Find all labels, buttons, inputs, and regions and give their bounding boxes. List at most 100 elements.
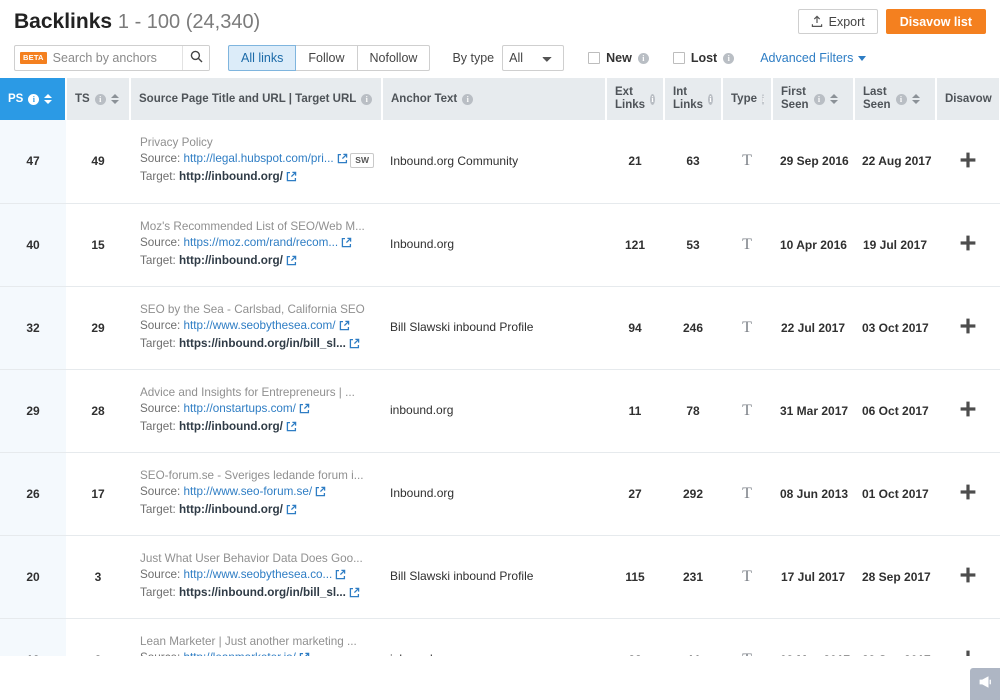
cell-last-seen: 22 Aug 2017 xyxy=(854,120,936,203)
add-to-disavow-icon[interactable] xyxy=(959,400,977,421)
source-page-title: SEO-forum.se - Sveriges ledande forum i.… xyxy=(140,468,374,484)
megaphone-icon xyxy=(977,674,993,695)
external-link-icon[interactable] xyxy=(349,587,360,603)
target-url[interactable]: http://inbound.org/ xyxy=(179,170,283,183)
source-url[interactable]: http://www.seo-forum.se/ xyxy=(184,485,313,498)
link-type-segmented-control: All links Follow Nofollow xyxy=(228,45,430,71)
external-link-icon[interactable] xyxy=(349,338,360,354)
source-page-title: SEO by the Sea - Carlsbad, California SE… xyxy=(140,302,374,318)
external-link-icon[interactable] xyxy=(339,320,350,336)
add-to-disavow-icon[interactable] xyxy=(959,234,977,255)
cell-type: T xyxy=(722,203,772,286)
column-label-ext-links: Ext Links xyxy=(615,86,645,112)
external-link-icon[interactable] xyxy=(286,504,297,520)
table-row[interactable]: 2928Advice and Insights for Entrepreneur… xyxy=(0,369,1000,452)
target-url[interactable]: https://inbound.org/in/bill_sl... xyxy=(179,586,346,599)
add-to-disavow-icon[interactable] xyxy=(959,317,977,338)
external-link-icon[interactable] xyxy=(286,255,297,271)
lost-filter[interactable]: Lost i xyxy=(673,51,734,65)
source-info-icon[interactable]: i xyxy=(361,94,372,105)
cell-last-seen: 29 Sep 2017 xyxy=(854,618,936,656)
first-seen-info-icon[interactable]: i xyxy=(814,94,825,105)
cell-anchor-text: Bill Slawski inbound Profile xyxy=(382,535,606,618)
target-url[interactable]: https://inbound.org/in/bill_sl... xyxy=(179,337,346,350)
cell-int-links: 292 xyxy=(664,452,722,535)
table-row[interactable]: 192Lean Marketer | Just another marketin… xyxy=(0,618,1000,656)
source-url[interactable]: http://www.seobythesea.com/ xyxy=(184,319,336,332)
table-row[interactable]: 4015Moz's Recommended List of SEO/Web M.… xyxy=(0,203,1000,286)
last-seen-sort-arrows[interactable] xyxy=(912,94,920,104)
external-link-icon[interactable] xyxy=(335,569,346,585)
advanced-filters-toggle[interactable]: Advanced Filters xyxy=(760,51,866,65)
ts-info-icon[interactable]: i xyxy=(95,94,106,105)
ps-sort-arrows[interactable] xyxy=(44,94,52,104)
table-row[interactable]: 203Just What User Behavior Data Does Goo… xyxy=(0,535,1000,618)
int-links-info-icon[interactable]: i xyxy=(708,94,713,105)
new-filter[interactable]: New i xyxy=(588,51,649,65)
sw-badge[interactable]: SW xyxy=(350,153,374,168)
source-url[interactable]: http://www.seobythesea.co... xyxy=(184,568,333,581)
column-header-type: Type i xyxy=(722,78,772,120)
target-url[interactable]: http://inbound.org/ xyxy=(179,254,283,267)
add-to-disavow-icon[interactable] xyxy=(959,483,977,504)
lost-info-icon[interactable]: i xyxy=(723,53,734,64)
cell-anchor-text: Bill Slawski inbound Profile xyxy=(382,286,606,369)
disavow-list-button[interactable]: Disavow list xyxy=(886,9,986,34)
anchor-info-icon[interactable]: i xyxy=(462,94,473,105)
external-link-icon[interactable] xyxy=(315,486,326,502)
source-label: Source: xyxy=(140,319,180,332)
type-info-icon[interactable]: i xyxy=(762,94,764,105)
source-url[interactable]: http://onstartups.com/ xyxy=(184,402,296,415)
export-button[interactable]: Export xyxy=(798,9,878,34)
external-link-icon[interactable] xyxy=(286,171,297,187)
by-type-select[interactable]: All xyxy=(502,45,564,71)
column-header-anchor: Anchor Text i xyxy=(382,78,606,120)
external-link-icon[interactable] xyxy=(299,403,310,419)
external-link-icon[interactable] xyxy=(286,421,297,437)
ts-sort-arrows[interactable] xyxy=(111,94,119,104)
segment-all-links[interactable]: All links xyxy=(228,45,296,71)
external-link-icon[interactable] xyxy=(341,237,352,253)
ps-info-icon[interactable]: i xyxy=(28,94,39,105)
first-seen-sort-arrows[interactable] xyxy=(830,94,838,104)
cell-anchor-text: Inbound.org Community xyxy=(382,120,606,203)
source-url[interactable]: http://leanmarketer.io/ xyxy=(184,651,296,657)
source-url[interactable]: http://legal.hubspot.com/pri... xyxy=(184,152,334,165)
new-checkbox[interactable] xyxy=(588,52,600,64)
table-row[interactable]: 4749Privacy PolicySource: http://legal.h… xyxy=(0,120,1000,203)
target-url-line: Target: http://inbound.org/ xyxy=(140,169,374,187)
ext-links-info-icon[interactable]: i xyxy=(650,94,655,105)
column-header-first-seen[interactable]: First Seen i xyxy=(772,78,854,120)
search-input[interactable] xyxy=(47,51,182,65)
lost-checkbox[interactable] xyxy=(673,52,685,64)
cell-source: Advice and Insights for Entrepreneurs | … xyxy=(130,369,382,452)
source-url[interactable]: https://moz.com/rand/recom... xyxy=(184,236,339,249)
feedback-button[interactable] xyxy=(970,668,1000,700)
column-header-ps[interactable]: PS i xyxy=(0,78,66,120)
table-row[interactable]: 3229SEO by the Sea - Carlsbad, Californi… xyxy=(0,286,1000,369)
anchor-search: BETA xyxy=(14,45,210,71)
target-url[interactable]: http://inbound.org/ xyxy=(179,503,283,516)
external-link-icon[interactable] xyxy=(337,153,348,169)
last-seen-info-icon[interactable]: i xyxy=(896,94,907,105)
add-to-disavow-icon[interactable] xyxy=(959,649,977,656)
cell-int-links: 78 xyxy=(664,369,722,452)
text-link-type-icon: T xyxy=(742,152,752,169)
search-button[interactable] xyxy=(182,46,209,70)
column-label-int-links: Int Links xyxy=(673,86,703,112)
table-row[interactable]: 2617SEO-forum.se - Sveriges ledande foru… xyxy=(0,452,1000,535)
column-header-ext-links: Ext Links i xyxy=(606,78,664,120)
cell-ps: 19 xyxy=(0,618,66,656)
cell-first-seen: 17 Jul 2017 xyxy=(772,535,854,618)
column-header-last-seen[interactable]: Last Seen i xyxy=(854,78,936,120)
cell-disavow xyxy=(936,203,1000,286)
segment-follow[interactable]: Follow xyxy=(295,45,357,71)
segment-nofollow[interactable]: Nofollow xyxy=(357,45,431,71)
add-to-disavow-icon[interactable] xyxy=(959,151,977,172)
new-info-icon[interactable]: i xyxy=(638,53,649,64)
column-header-ts[interactable]: TS i xyxy=(66,78,130,120)
external-link-icon[interactable] xyxy=(299,652,310,657)
target-url[interactable]: http://inbound.org/ xyxy=(179,420,283,433)
add-to-disavow-icon[interactable] xyxy=(959,566,977,587)
source-label: Source: xyxy=(140,485,180,498)
